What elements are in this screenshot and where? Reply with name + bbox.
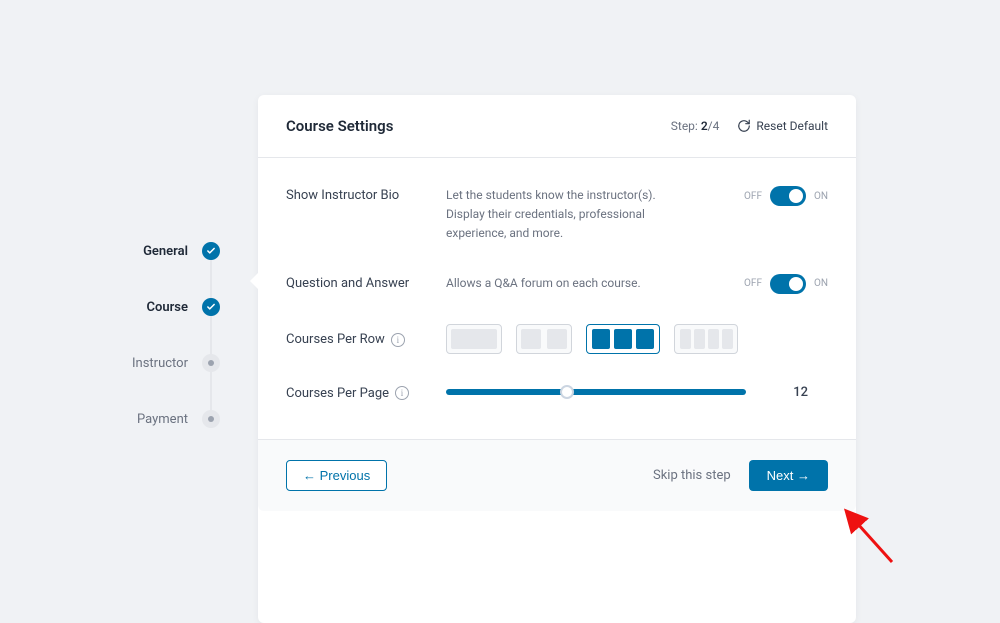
courses-per-row-option-3[interactable] xyxy=(586,324,660,354)
next-button[interactable]: Next → xyxy=(749,460,828,491)
card-footer: ← Previous Skip this step Next → xyxy=(258,439,856,511)
toggle-switch-icon xyxy=(770,274,806,294)
toggle-off-label: OFF xyxy=(744,278,762,289)
toggle-on-label: ON xyxy=(814,278,828,289)
step-instructor[interactable]: Instructor xyxy=(0,335,258,391)
pending-dot-icon xyxy=(202,410,220,428)
step-label: Instructor xyxy=(132,356,188,371)
refresh-icon xyxy=(737,119,751,133)
setting-label: Courses Per Page i xyxy=(286,384,446,401)
setting-courses-per-page: Courses Per Page i 12 xyxy=(286,384,828,401)
courses-per-row-option-1[interactable] xyxy=(446,324,502,354)
setting-instructor-bio: Show Instructor Bio Let the students kno… xyxy=(286,186,828,244)
step-label: Payment xyxy=(137,412,188,427)
setting-label: Show Instructor Bio xyxy=(286,186,446,203)
qa-toggle[interactable]: OFF ON xyxy=(744,274,828,294)
setting-courses-per-row: Courses Per Row i xyxy=(286,324,828,354)
bio-toggle[interactable]: OFF ON xyxy=(744,186,828,206)
courses-per-row-option-2[interactable] xyxy=(516,324,572,354)
setting-label: Courses Per Row i xyxy=(286,330,446,347)
previous-button[interactable]: ← Previous xyxy=(286,460,387,491)
slider-value: 12 xyxy=(778,385,808,400)
page-title: Course Settings xyxy=(286,117,393,135)
step-indicator: Step: 2/4 xyxy=(671,119,720,133)
setting-label: Question and Answer xyxy=(286,274,446,291)
step-label: Course xyxy=(147,300,188,315)
toggle-on-label: ON xyxy=(814,191,828,202)
step-payment[interactable]: Payment xyxy=(0,391,258,447)
setting-description: Let the students know the instructor(s).… xyxy=(446,186,686,244)
step-general[interactable]: General xyxy=(0,223,258,279)
check-icon xyxy=(202,242,220,260)
step-course[interactable]: Course xyxy=(0,279,258,335)
courses-per-page-slider[interactable] xyxy=(446,389,746,395)
setting-description: Allows a Q&A forum on each course. xyxy=(446,274,641,293)
card-body: Show Instructor Bio Let the students kno… xyxy=(258,158,856,439)
courses-per-row-option-4[interactable] xyxy=(674,324,738,354)
skip-step-link[interactable]: Skip this step xyxy=(653,468,731,483)
check-icon xyxy=(202,298,220,316)
info-icon[interactable]: i xyxy=(391,333,405,347)
info-icon[interactable]: i xyxy=(395,386,409,400)
step-label: General xyxy=(143,244,188,259)
toggle-switch-icon xyxy=(770,186,806,206)
toggle-off-label: OFF xyxy=(744,191,762,202)
setting-question-answer: Question and Answer Allows a Q&A forum o… xyxy=(286,274,828,294)
settings-card: Course Settings Step: 2/4 Reset Default … xyxy=(258,95,856,623)
card-header: Course Settings Step: 2/4 Reset Default xyxy=(258,95,856,158)
reset-default-button[interactable]: Reset Default xyxy=(737,119,828,133)
pending-dot-icon xyxy=(202,354,220,372)
wizard-steps: General Course Instructor Payment xyxy=(0,95,258,623)
slider-thumb-icon[interactable] xyxy=(560,385,574,399)
